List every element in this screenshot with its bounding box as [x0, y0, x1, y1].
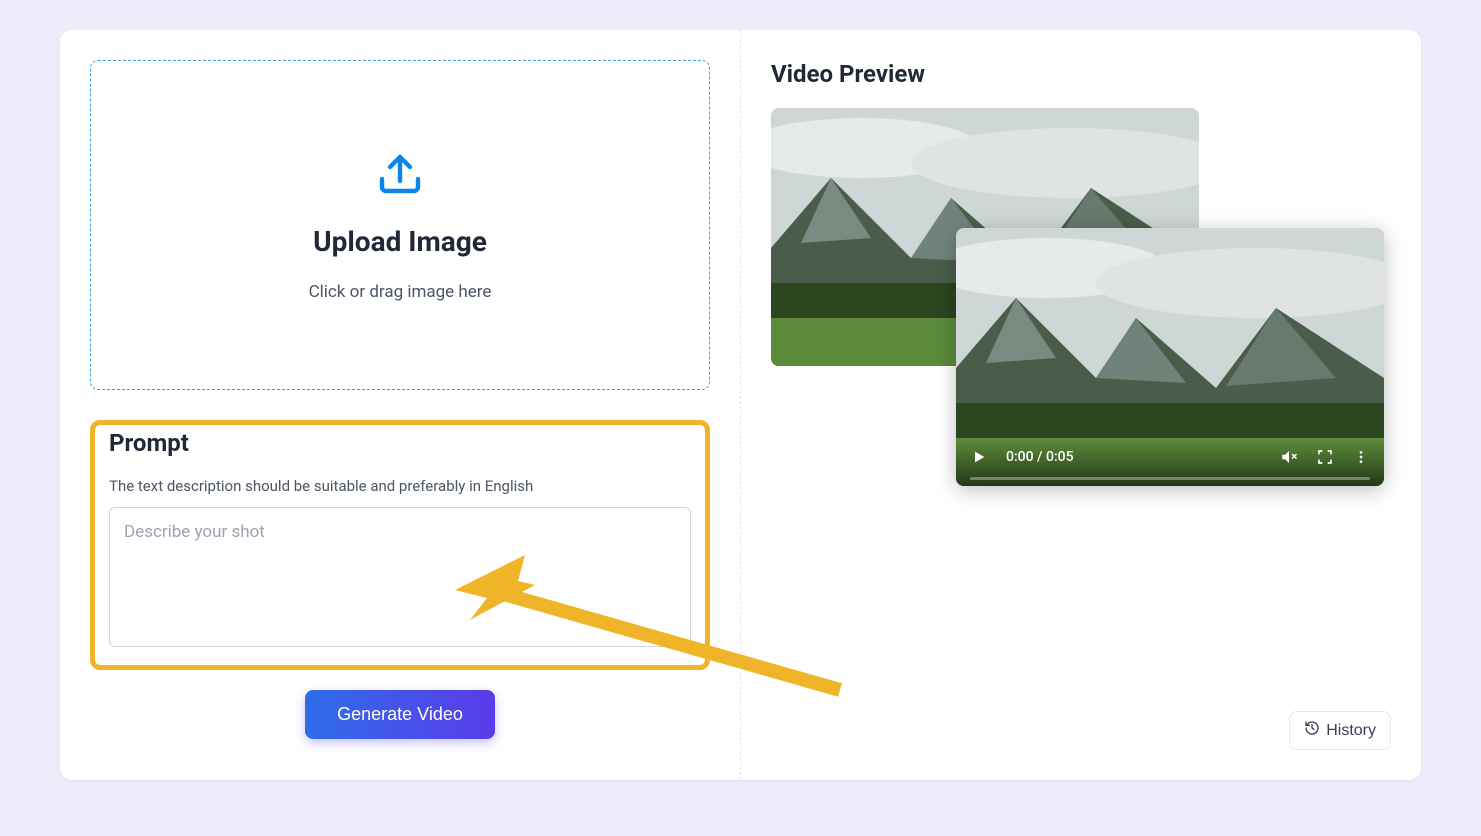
- generate-video-button[interactable]: Generate Video: [305, 690, 495, 739]
- prompt-hint: The text description should be suitable …: [109, 477, 691, 495]
- upload-dropzone[interactable]: Upload Image Click or drag image here: [90, 60, 710, 390]
- prompt-title: Prompt: [109, 429, 691, 457]
- fullscreen-icon[interactable]: [1316, 448, 1334, 466]
- video-progress[interactable]: [970, 477, 1370, 480]
- upload-subtitle: Click or drag image here: [309, 282, 492, 302]
- main-card: Upload Image Click or drag image here Pr…: [60, 30, 1421, 780]
- preview-video-player[interactable]: 0:00 / 0:05: [956, 228, 1384, 486]
- preview-title: Video Preview: [771, 60, 1391, 88]
- left-panel: Upload Image Click or drag image here Pr…: [60, 30, 741, 780]
- mute-icon[interactable]: [1280, 448, 1298, 466]
- history-icon: [1304, 720, 1320, 741]
- preview-area: 0:00 / 0:05: [771, 108, 1391, 508]
- history-button[interactable]: History: [1289, 711, 1391, 750]
- upload-title: Upload Image: [313, 225, 487, 258]
- prompt-section: Prompt The text description should be su…: [90, 420, 710, 670]
- video-controls: 0:00 / 0:05: [956, 440, 1384, 486]
- upload-icon: [376, 149, 424, 201]
- video-time: 0:00 / 0:05: [1006, 449, 1074, 465]
- prompt-input[interactable]: [109, 507, 691, 647]
- history-label: History: [1326, 722, 1376, 740]
- right-panel: Video Preview: [741, 30, 1421, 780]
- more-icon[interactable]: [1352, 448, 1370, 466]
- play-icon[interactable]: [970, 448, 988, 466]
